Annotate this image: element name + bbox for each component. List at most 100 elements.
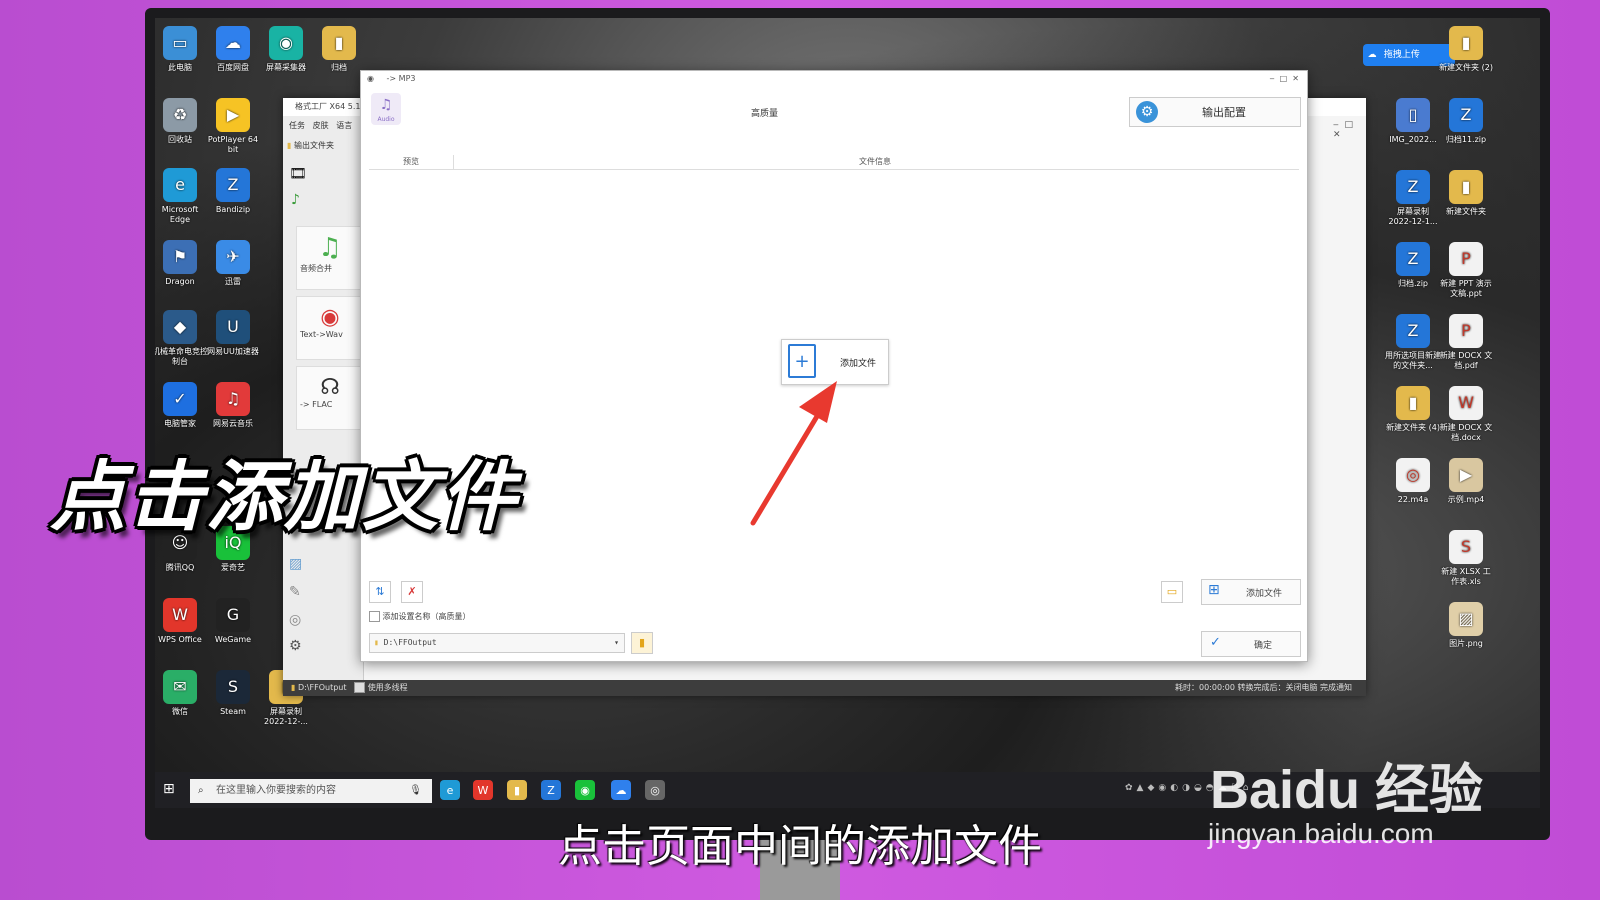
explorer-taskbar-icon[interactable]: ▮ — [507, 780, 527, 800]
desktop-icon-label: 新建 DOCX 文档.pdf — [1439, 351, 1493, 370]
disc-category-icon[interactable]: ◎ — [289, 612, 301, 628]
desktop-icon[interactable]: G WeGame — [205, 598, 261, 645]
desktop-icon-label: 网易云音乐 — [213, 419, 253, 428]
wps-taskbar-icon[interactable]: W — [473, 780, 493, 800]
menu-item-skin[interactable]: 皮肤 — [313, 121, 329, 130]
multithread-checkbox[interactable] — [354, 682, 366, 693]
desktop-icon[interactable]: ▶ 示例.mp4 — [1438, 458, 1494, 505]
document-category-icon[interactable]: ✎ — [289, 584, 301, 600]
desktop-icon[interactable]: ☁ 百度网盘 — [205, 26, 261, 73]
desktop-icon[interactable]: ▶ PotPlayer 64 bit — [205, 98, 261, 155]
desktop-icon[interactable]: S 新建 XLSX 工作表.xls — [1438, 530, 1494, 587]
add-folder-icon[interactable]: ▭ — [1161, 581, 1183, 603]
desktop-icon[interactable]: ◉ 屏幕采集器 — [258, 26, 314, 73]
sort-icon[interactable]: ⇅ — [369, 581, 391, 603]
audio-file-icon: ◎ — [1396, 458, 1430, 492]
audio-format-icon: ♫ Audio — [371, 93, 401, 125]
desktop-screen: ☁ 拖拽上传 ▭ 此电脑 ☁ 百度网盘 ◉ 屏幕采集器 ▮ 归档 ♻ 回收站 ▶ PotPlayer … — [155, 18, 1540, 808]
output-config-button[interactable]: ⚙ 输出配置 — [1129, 97, 1301, 127]
desktop-icon[interactable]: Z Bandizip — [205, 168, 261, 215]
folder-icon: ▮ — [291, 683, 296, 692]
video-category-icon[interactable]: 🎞 — [289, 166, 307, 182]
convert-mp3-dialog: ◉ -> MP3 ‒ □ ✕ ♫ Audio 高质量 ⚙ 输出配置 预览 文件信息… — [360, 70, 1308, 662]
image-category-icon[interactable]: ▨ — [289, 556, 302, 572]
desktop-icon[interactable]: ✈ 迅雷 — [205, 240, 261, 287]
desktop-icon[interactable]: ◎ 22.m4a — [1385, 458, 1441, 505]
desktop-icon-label: WPS Office — [158, 635, 202, 644]
green-app-taskbar-icon[interactable]: ◉ — [575, 780, 595, 800]
multithread-label: 使用多线程 — [367, 683, 408, 692]
tile-audio-merge[interactable]: ♫ 音频合并 — [296, 226, 364, 290]
format-factory-taskbar-icon[interactable]: ◎ — [645, 780, 665, 800]
edge-taskbar-icon[interactable]: e — [440, 780, 460, 800]
taskbar-search-input[interactable]: ⌕ 在这里输入你要搜索的内容 🎙 — [190, 779, 432, 803]
minimize-icon[interactable]: ‒ — [1333, 120, 1339, 130]
output-path-select[interactable]: ▮ D:\FFOutput ▾ — [369, 633, 625, 653]
browse-folder-icon[interactable]: ▮ — [631, 632, 653, 654]
maximize-icon[interactable]: □ — [1344, 120, 1353, 130]
chevron-down-icon: ▾ — [614, 638, 619, 647]
desktop-icon-label: 新建文件夹 (4) — [1386, 423, 1440, 432]
audio-category-icon[interactable]: ♪ — [291, 192, 300, 208]
maximize-icon[interactable]: □ — [1280, 74, 1288, 83]
menu-item-tasks[interactable]: 任务 — [289, 121, 305, 130]
desktop-icon[interactable]: P 新建 DOCX 文档.pdf — [1438, 314, 1494, 371]
menu-item-language[interactable]: 语言 — [336, 121, 352, 130]
desktop-icon[interactable]: ▮ 新建文件夹 — [1438, 170, 1494, 217]
desktop-icon[interactable]: ✉ 微信 — [155, 670, 208, 717]
ok-button[interactable]: ✓ 确定 — [1201, 631, 1301, 657]
desktop-icon-label: 归档11.zip — [1445, 135, 1487, 144]
folder-icon: ▮ — [1449, 170, 1483, 204]
bandizip-taskbar-icon[interactable]: Z — [541, 780, 561, 800]
desktop-icon[interactable]: P 新建 PPT 演示文稿.ppt — [1438, 242, 1494, 299]
desktop-icon[interactable]: Z 屏幕录制 2022-12-1... — [1385, 170, 1441, 227]
microphone-icon[interactable]: 🎙 — [409, 779, 422, 803]
tools-category-icon[interactable]: ⚙ — [289, 638, 302, 654]
desktop-icon[interactable]: e Microsoft Edge — [155, 168, 208, 225]
desktop-icon[interactable]: ▮ 新建文件夹 (2) — [1438, 26, 1494, 73]
minimize-icon[interactable]: ‒ — [1269, 74, 1274, 83]
desktop-icon[interactable]: ⚑ Dragon — [155, 240, 208, 287]
desktop-icon[interactable]: W 新建 DOCX 文档.docx — [1438, 386, 1494, 443]
desktop-icon[interactable]: U 网易UU加速器 — [205, 310, 261, 357]
close-icon[interactable]: ✕ — [1292, 74, 1299, 83]
desktop-icon[interactable]: S Steam — [205, 670, 261, 717]
desktop-icon-label: 22.m4a — [1397, 495, 1429, 504]
status-output-path[interactable]: D:\FFOutput — [298, 683, 347, 692]
desktop-icon-label: 屏幕录制 2022-12-... — [264, 707, 308, 726]
close-icon[interactable]: ✕ — [1333, 130, 1341, 140]
desktop-icon[interactable]: Z 归档11.zip — [1438, 98, 1494, 145]
output-folder-button[interactable]: ▮ 输出文件夹 — [287, 140, 334, 151]
desktop-icon[interactable]: ♫ 网易云音乐 — [205, 382, 261, 429]
desktop-icon[interactable]: ▭ 此电脑 — [155, 26, 208, 73]
desktop-icon[interactable]: ▮ 新建文件夹 (4) — [1385, 386, 1441, 433]
desktop-icon-label: 迅雷 — [225, 277, 241, 286]
desktop-icon[interactable]: Z 用所选项目新建的文件夹... — [1385, 314, 1441, 371]
desktop-icon[interactable]: Z 归档.zip — [1385, 242, 1441, 289]
desktop-icon[interactable]: ✓ 电脑管家 — [155, 382, 208, 429]
baidu-netdisk-taskbar-icon[interactable]: ☁ — [611, 780, 631, 800]
desktop-icon[interactable]: ♻ 回收站 — [155, 98, 208, 145]
desktop-icon[interactable]: ▨ 图片.png — [1438, 602, 1494, 649]
windows-start-icon[interactable]: ⊞ — [163, 781, 175, 797]
desktop-icon[interactable]: ◆ 机械革命电竞控制台 — [155, 310, 208, 367]
music-icon: ♫ — [216, 382, 250, 416]
add-file-button[interactable]: ⊞ 添加文件 — [1201, 579, 1301, 605]
clear-list-icon[interactable]: ✗ — [401, 581, 423, 603]
add-setting-name-row[interactable]: 添加设置名称（高质量） — [369, 611, 471, 622]
add-setting-name-checkbox[interactable] — [369, 611, 380, 622]
tile-flac[interactable]: ☊ -> FLAC — [296, 366, 364, 430]
col-divider — [453, 155, 454, 169]
console-icon: ◆ — [163, 310, 197, 344]
window-controls: ‒ □ ✕ — [1333, 120, 1366, 140]
tile-text-to-wav[interactable]: ◉ Text->Wav — [296, 296, 364, 360]
phone-image-icon: ▯ — [1396, 98, 1430, 132]
desktop-icon[interactable]: ▯ IMG_2022... — [1385, 98, 1441, 145]
uu-icon: U — [216, 310, 250, 344]
desktop-icon-label: 屏幕录制 2022-12-1... — [1388, 207, 1438, 226]
desktop-icon[interactable]: ▮ 归档 — [311, 26, 367, 73]
desktop-icon-label: Microsoft Edge — [161, 205, 199, 224]
desktop-icon[interactable]: W WPS Office — [155, 598, 208, 645]
dragon-icon: ⚑ — [163, 240, 197, 274]
quality-label[interactable]: 高质量 — [751, 106, 778, 119]
